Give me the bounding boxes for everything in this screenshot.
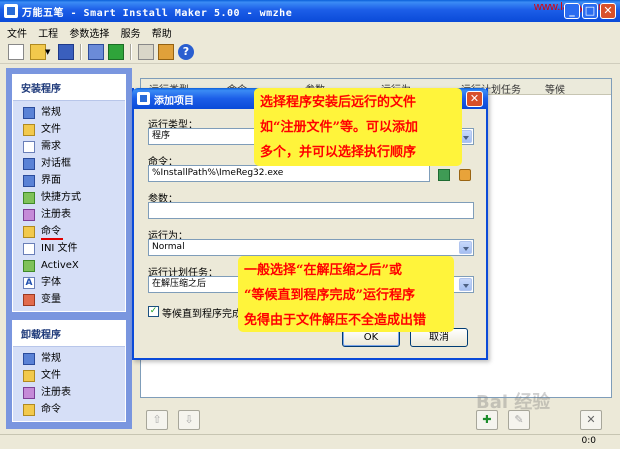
close-button[interactable]: ✕: [600, 3, 616, 19]
dialog-icon: [23, 158, 35, 170]
main-title-bar[interactable]: 万能五笔 - Smart Install Maker 5.00 - wmzhe …: [0, 0, 620, 22]
uninstall-item-commands[interactable]: 命令: [23, 401, 125, 418]
chevron-down-icon[interactable]: [459, 278, 472, 291]
dialog-close-button[interactable]: ✕: [466, 91, 483, 107]
dialog-app-icon: [137, 92, 150, 105]
app-icon: [4, 4, 18, 18]
registry-icon: [23, 387, 35, 399]
annotation-line: 选择程序安装后远行的文件: [260, 95, 417, 110]
sidebar-item-fonts[interactable]: A 字体: [23, 274, 125, 291]
window-title: 万能五笔 - Smart Install Maker 5.00 - wmzhe: [22, 8, 293, 19]
toolbar-separator: [130, 44, 132, 60]
annotation-line: 免得由于文件解压不全造成出错: [244, 313, 427, 328]
sidebar-item-commands[interactable]: 命令: [23, 223, 125, 240]
sidebar-item-ini-files[interactable]: INI 文件: [23, 240, 125, 257]
chevron-down-icon[interactable]: [459, 241, 472, 254]
list-icon: [23, 141, 35, 153]
uninstall-panel-title: 卸载程序: [13, 321, 125, 347]
toolbar: ▼ ?: [0, 40, 620, 64]
chevron-down-icon[interactable]: ▼: [45, 48, 52, 64]
move-up-button[interactable]: ⇧: [146, 410, 168, 430]
annotation-note-2: 一般选择“在解压缩之后”或 “等候直到程序完成”运行程序 免得由于文件解压不全造…: [238, 256, 454, 332]
save-icon[interactable]: [58, 44, 74, 60]
shortcut-icon: [23, 192, 35, 204]
gear-icon: [23, 107, 35, 119]
sidebar-item-activex[interactable]: ActiveX: [23, 257, 125, 274]
registry-icon: [23, 209, 35, 221]
column-header[interactable]: 等候: [545, 81, 565, 96]
folder-icon: [23, 370, 35, 382]
browse-file-icon[interactable]: [459, 169, 471, 181]
window-icon: [23, 175, 35, 187]
annotation-line: 多个，并可以选择执行顺序: [260, 145, 417, 160]
toolbar-separator: [80, 44, 82, 60]
wait-checkbox-label: 等候直到程序完成: [162, 309, 242, 320]
sidebar-item-requirements[interactable]: 需求: [23, 138, 125, 155]
uninstall-item-registry[interactable]: 注册表: [23, 384, 125, 401]
open-folder-icon[interactable]: [30, 44, 46, 60]
ini-file-icon: [23, 243, 35, 255]
install-panel: 安装程序 常规 文件 需求 对话框 界面 快捷方式 注册表 命令 INI 文件 …: [12, 74, 126, 312]
command-input[interactable]: %InstallPath%\ImeReg32.exe: [148, 165, 430, 182]
new-file-icon[interactable]: [8, 44, 24, 60]
command-icon: [23, 226, 35, 238]
browse-list-icon[interactable]: [438, 169, 450, 181]
annotation-line: “等候直到程序完成”运行程序: [244, 288, 415, 303]
sidebar-item-general[interactable]: 常规: [23, 104, 125, 121]
annotation-line: 如“注册文件”等。可以添加: [260, 120, 418, 135]
maximize-button[interactable]: □: [582, 3, 598, 19]
annotation-line: 一般选择“在解压缩之后”或: [244, 263, 402, 278]
build-icon[interactable]: [88, 44, 104, 60]
status-coord: 0:0: [581, 436, 596, 446]
properties-icon[interactable]: [138, 44, 154, 60]
command-icon: [23, 404, 35, 416]
sidebar-item-dialogs[interactable]: 对话框: [23, 155, 125, 172]
install-panel-title: 安装程序: [13, 75, 125, 101]
move-down-button[interactable]: ⇩: [178, 410, 200, 430]
font-icon: A: [23, 277, 35, 289]
sidebar-item-registry[interactable]: 注册表: [23, 206, 125, 223]
annotation-note-1: 选择程序安装后远行的文件 如“注册文件”等。可以添加 多个，并可以选择执行顺序: [254, 88, 462, 166]
status-bar: 0:0: [0, 434, 620, 449]
sidebar-item-variables[interactable]: 变量: [23, 291, 125, 308]
variable-icon: [23, 294, 35, 306]
sidebar-item-interface[interactable]: 界面: [23, 172, 125, 189]
wait-checkbox[interactable]: ✓: [148, 306, 159, 317]
sidebar-item-files[interactable]: 文件: [23, 121, 125, 138]
uninstall-item-general[interactable]: 常规: [23, 350, 125, 367]
dialog-title: 添加项目: [154, 96, 194, 107]
run-as-select[interactable]: Normal: [148, 239, 474, 256]
sidebar: 安装程序 常规 文件 需求 对话框 界面 快捷方式 注册表 命令 INI 文件 …: [6, 68, 132, 429]
params-input[interactable]: [148, 202, 474, 219]
minimize-button[interactable]: _: [564, 3, 580, 19]
package-icon[interactable]: [158, 44, 174, 60]
menu-bar: 文件 工程 参数选择 服务 帮助: [0, 22, 620, 40]
activex-icon: [23, 260, 35, 272]
folder-icon: [23, 124, 35, 136]
run-icon[interactable]: [108, 44, 124, 60]
help-icon[interactable]: ?: [178, 44, 194, 60]
uninstall-panel: 卸载程序 常规 文件 注册表 命令: [12, 320, 126, 422]
sidebar-item-shortcuts[interactable]: 快捷方式: [23, 189, 125, 206]
baidu-jingyan-logo: Bai 经验: [476, 392, 551, 413]
gear-icon: [23, 353, 35, 365]
uninstall-item-files[interactable]: 文件: [23, 367, 125, 384]
